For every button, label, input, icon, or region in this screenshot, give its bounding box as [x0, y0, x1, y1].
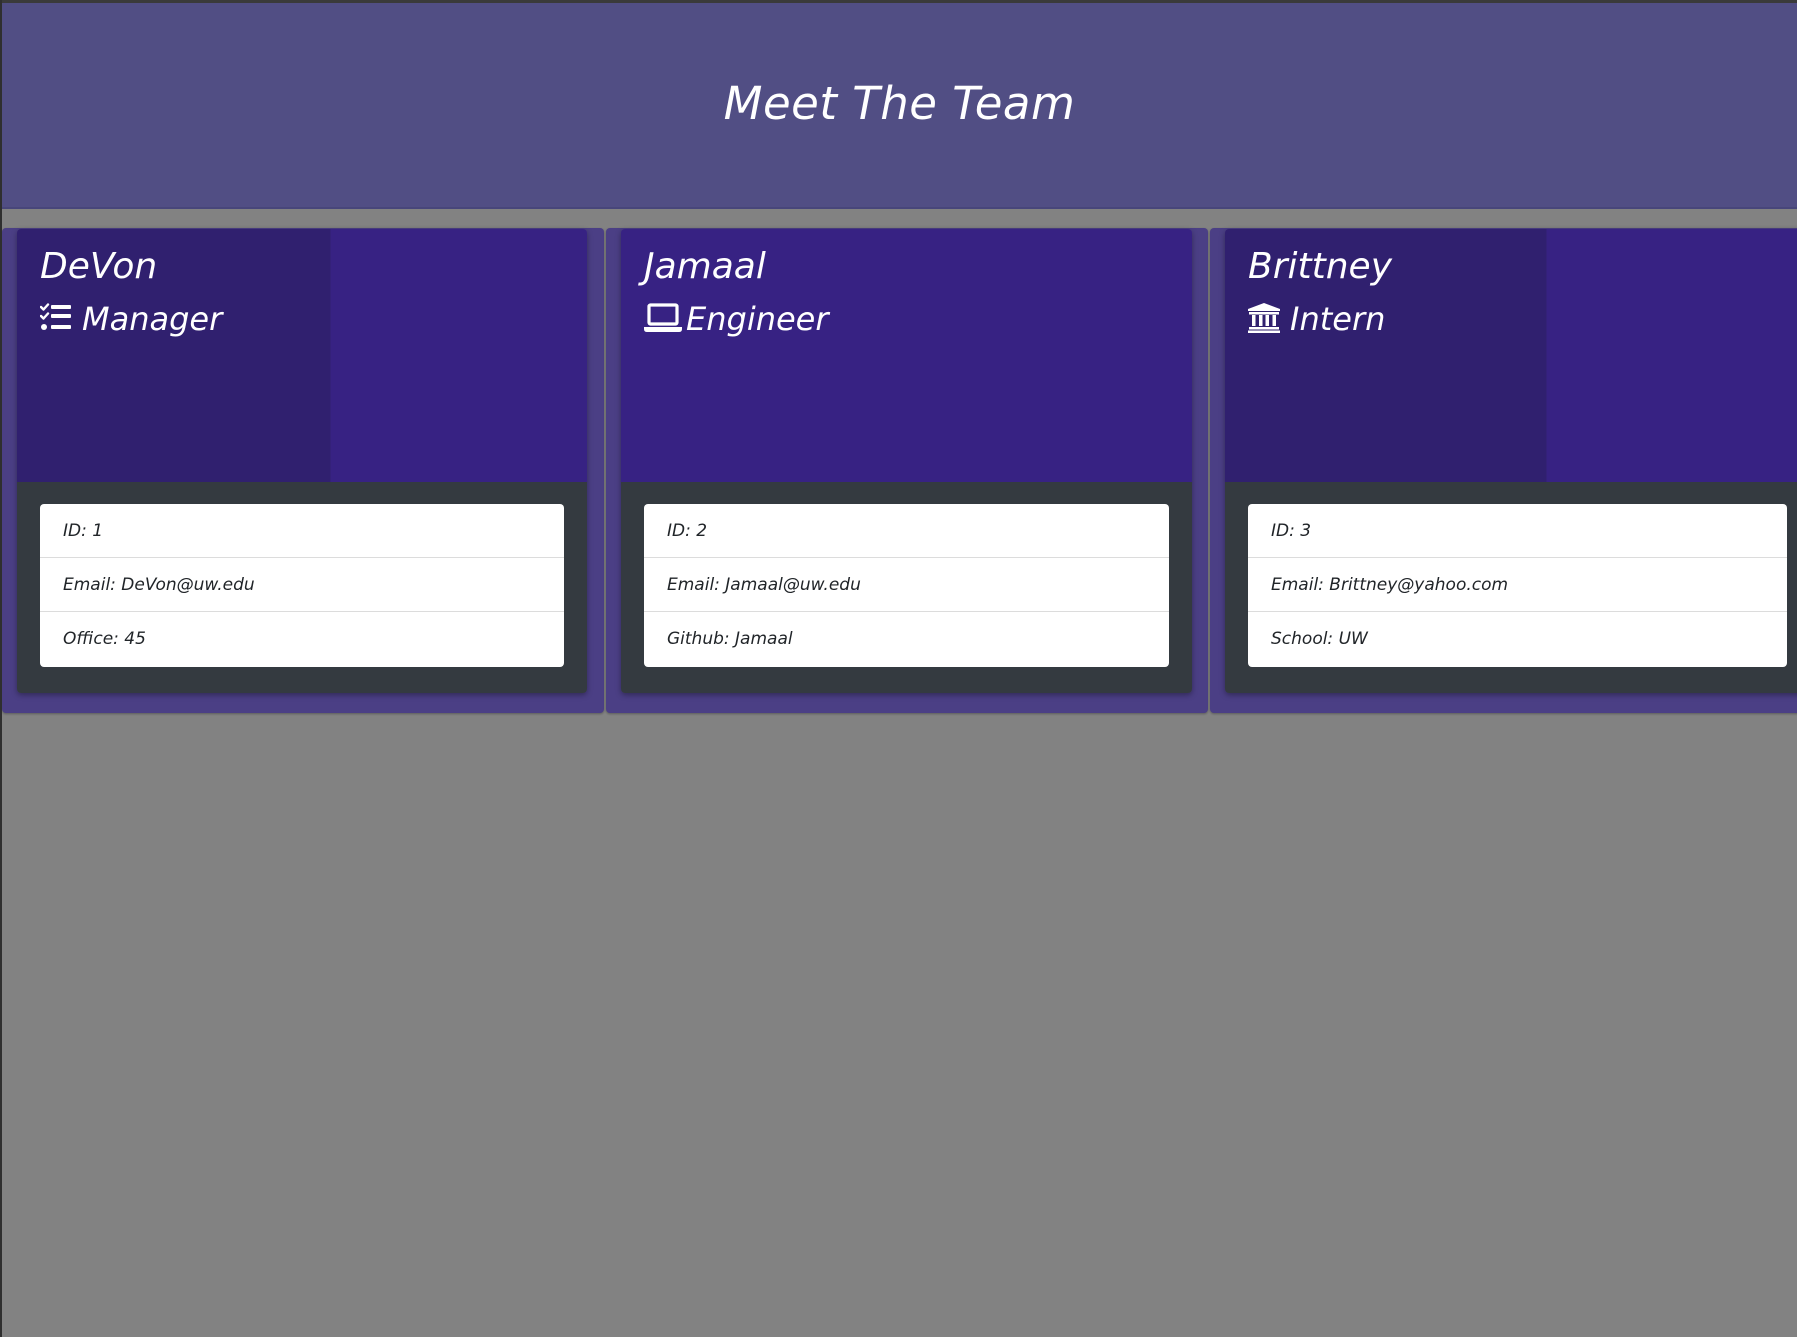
- employee-id: ID: 1: [40, 504, 564, 558]
- employee-role: Engineer: [644, 300, 829, 338]
- employee-role-label: Intern: [1290, 300, 1386, 338]
- employee-name: Brittney: [1248, 246, 1392, 287]
- employee-email: Email: Jamaal@uw.edu: [644, 558, 1169, 612]
- employee-card-intern: Brittney Intern ID: 3 Email: Brittney@ya…: [1225, 229, 1797, 693]
- employee-github: Github: Jamaal: [667, 629, 793, 649]
- card-body: ID: 2 Email: Jamaal@uw.edu Github: Jamaa…: [621, 482, 1192, 693]
- team-cards: DeVon Manager ID: 1 Email: DeVon@uw.edu …: [2, 228, 1797, 713]
- employee-school: School: UW: [1271, 629, 1368, 649]
- page-header: Meet The Team: [2, 3, 1797, 209]
- team-column-manager: DeVon Manager ID: 1 Email: DeVon@uw.edu …: [2, 228, 604, 713]
- employee-office: Office: 45: [63, 629, 146, 649]
- card-body: ID: 1 Email: DeVon@uw.edu Office: 45: [17, 482, 587, 693]
- employee-email: Email: Brittney@yahoo.com: [1248, 558, 1787, 612]
- card-header: Jamaal Engineer: [621, 229, 1192, 482]
- employee-details: ID: 3 Email: Brittney@yahoo.com School: …: [1248, 504, 1787, 667]
- employee-details: ID: 1 Email: DeVon@uw.edu Office: 45: [40, 504, 564, 667]
- window-left-border: [0, 0, 2, 1337]
- employee-id: ID: 3: [1248, 504, 1787, 558]
- card-header: Brittney Intern: [1225, 229, 1797, 482]
- card-header: DeVon Manager: [17, 229, 587, 482]
- employee-role-label: Manager: [82, 300, 223, 338]
- employee-name: DeVon: [40, 246, 158, 287]
- employee-card-engineer: Jamaal Engineer ID: 2 Email: Jamaal@uw.e…: [621, 229, 1192, 693]
- team-column-engineer: Jamaal Engineer ID: 2 Email: Jamaal@uw.e…: [606, 228, 1208, 713]
- employee-name: Jamaal: [644, 246, 766, 287]
- employee-role-label: Engineer: [686, 300, 829, 338]
- employee-card-manager: DeVon Manager ID: 1 Email: DeVon@uw.edu …: [17, 229, 587, 693]
- employee-role: Manager: [40, 300, 222, 338]
- page-title: Meet The Team: [723, 77, 1076, 130]
- employee-email: Email: DeVon@uw.edu: [40, 558, 564, 612]
- employee-details: ID: 2 Email: Jamaal@uw.edu Github: Jamaa…: [644, 504, 1169, 667]
- employee-role: Intern: [1248, 300, 1385, 338]
- laptop-icon: [644, 303, 682, 335]
- team-column-intern: Brittney Intern ID: 3 Email: Brittney@ya…: [1210, 228, 1797, 713]
- university-icon: [1248, 303, 1284, 335]
- card-body: ID: 3 Email: Brittney@yahoo.com School: …: [1225, 482, 1797, 693]
- employee-id: ID: 2: [644, 504, 1169, 558]
- tasks-icon: [40, 303, 76, 335]
